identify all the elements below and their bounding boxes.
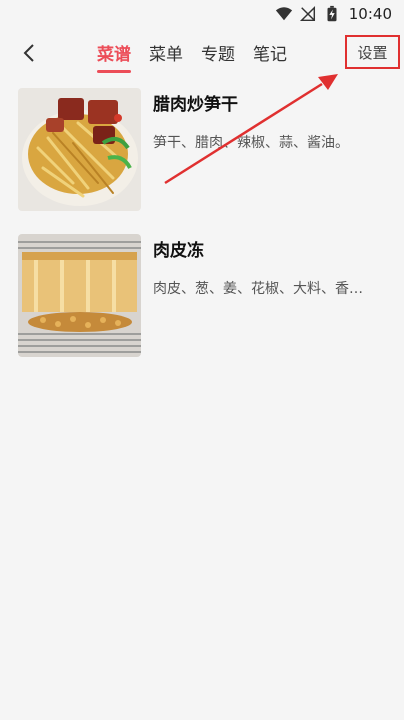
- recipe-ingredients: 肉皮、葱、姜、花椒、大料、香…: [153, 281, 363, 297]
- no-signal-icon: [299, 5, 315, 22]
- list-item[interactable]: 肉皮冻 肉皮、葱、姜、花椒、大料、香…: [0, 232, 404, 378]
- back-button[interactable]: [14, 38, 44, 68]
- wifi-icon: [275, 7, 292, 21]
- tab-topics[interactable]: 专题: [201, 40, 235, 71]
- battery-charging-icon: [327, 5, 337, 22]
- settings-button[interactable]: 设置: [345, 35, 400, 69]
- tab-menus[interactable]: 菜单: [149, 40, 183, 71]
- recipe-title: 肉皮冻: [153, 241, 204, 261]
- tab-bar: 菜谱 菜单 专题 笔记: [97, 40, 287, 73]
- status-time: 10:40: [348, 5, 392, 23]
- list-item[interactable]: 腊肉炒笋干 笋干、腊肉、辣椒、蒜、酱油。: [0, 86, 404, 232]
- recipe-title: 腊肉炒笋干: [153, 95, 238, 115]
- recipe-ingredients: 笋干、腊肉、辣椒、蒜、酱油。: [153, 135, 349, 151]
- recipe-list: 腊肉炒笋干 笋干、腊肉、辣椒、蒜、酱油。 肉皮冻 肉皮、葱、姜、花椒、大料、香…: [0, 86, 404, 378]
- chevron-left-icon: [23, 44, 34, 62]
- top-navigation: 菜谱 菜单 专题 笔记 设置: [0, 30, 404, 78]
- tab-notes[interactable]: 笔记: [253, 40, 287, 71]
- tab-recipes[interactable]: 菜谱: [97, 40, 131, 73]
- recipe-thumbnail: [18, 234, 141, 357]
- recipe-thumbnail: [18, 88, 141, 211]
- status-bar: 10:40: [0, 0, 404, 28]
